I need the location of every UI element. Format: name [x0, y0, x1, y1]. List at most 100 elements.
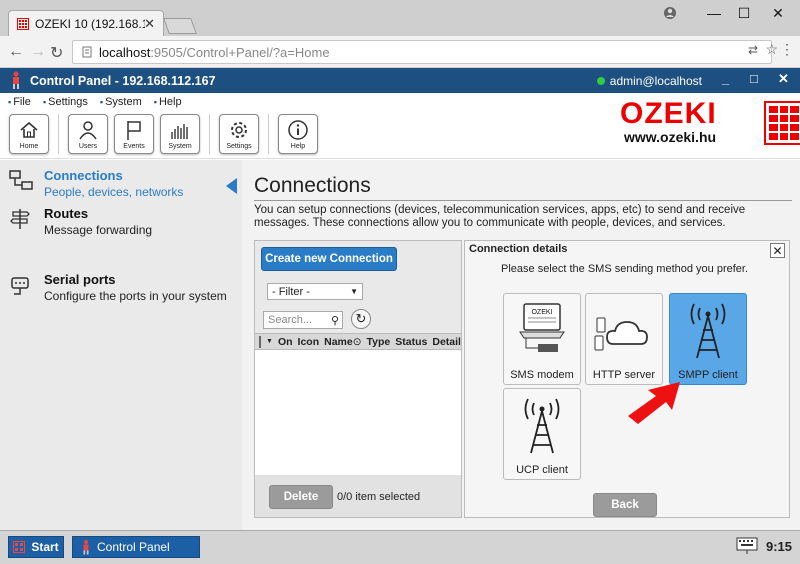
tab-title: OZEKI 10 (192.168.112.16 — [35, 16, 145, 31]
bar-chart-icon — [171, 124, 188, 139]
app-maximize-icon[interactable]: □ — [750, 71, 758, 86]
users-button[interactable]: Users — [68, 114, 108, 154]
menu-file[interactable]: File — [8, 96, 31, 108]
help-button[interactable]: Help — [278, 114, 318, 154]
option-http-server[interactable]: HTTP server — [585, 293, 663, 385]
taskbar-app-label: Control Panel — [97, 540, 170, 554]
menu-help[interactable]: Help — [154, 96, 182, 108]
red-pointer-arrow-icon — [628, 382, 680, 424]
select-all-checkbox[interactable] — [259, 335, 261, 348]
dropdown-arrow-icon: ▼ — [350, 287, 358, 296]
refresh-icon: ↻ — [355, 311, 367, 326]
sort-icon: ⊙ — [352, 335, 362, 348]
browser-toolbar: ← → ↻ localhost:9505/Control+Panel/?a=Ho… — [0, 36, 800, 68]
column-on[interactable]: On — [278, 336, 293, 348]
flag-icon — [127, 121, 141, 140]
toolbar-separator — [209, 114, 210, 154]
sidebar-item-routes[interactable]: Routes Message forwarding — [8, 206, 152, 237]
home-icon — [20, 121, 38, 138]
help-label: Help — [290, 143, 306, 150]
delete-button[interactable]: Delete — [269, 485, 333, 509]
column-icon[interactable]: Icon — [298, 336, 320, 348]
events-label: Events — [123, 143, 145, 150]
new-tab-button[interactable] — [163, 18, 197, 34]
column-details[interactable]: Details — [432, 336, 461, 348]
profile-icon[interactable] — [648, 0, 692, 26]
reload-icon[interactable]: ↻ — [50, 43, 63, 63]
option-smpp-client[interactable]: SMPP client — [669, 293, 747, 385]
info-icon — [288, 120, 308, 140]
page-title: Connections — [254, 174, 371, 197]
url-path: :9505/Control+Panel/?a=Home — [150, 44, 330, 60]
table-body — [255, 350, 461, 475]
back-icon[interactable]: ← — [8, 43, 24, 61]
user-status[interactable]: admin@localhost — [596, 74, 702, 88]
address-bar[interactable]: localhost:9505/Control+Panel/?a=Home — [72, 40, 772, 64]
forward-icon[interactable]: → — [30, 43, 46, 61]
browser-tab[interactable]: OZEKI 10 (192.168.112.16 ✕ — [8, 10, 164, 36]
option-ucp-client[interactable]: UCP client — [503, 388, 581, 480]
translate-icon[interactable]: ⇄ — [748, 43, 758, 57]
app-title: Control Panel - 192.168.112.167 — [30, 73, 216, 88]
sidebar-item-serial-ports[interactable]: Serial ports Configure the ports in your … — [8, 272, 227, 303]
option-label: UCP client — [516, 464, 568, 476]
refresh-button[interactable]: ↻ — [351, 309, 371, 329]
close-window-icon[interactable]: ✕ — [756, 0, 800, 26]
system-button[interactable]: System — [160, 114, 200, 154]
option-sms-modem[interactable]: OZEKI SMS modem — [503, 293, 581, 385]
logo-keypad-icon — [764, 101, 800, 145]
user-name: admin@localhost — [609, 74, 702, 88]
settings-label: Settings — [226, 143, 252, 150]
filter-value: - Filter - — [272, 285, 310, 298]
column-type[interactable]: Type — [367, 336, 391, 348]
taskbar: Start Control Panel 9:15 — [0, 530, 800, 564]
laptop-icon: OZEKI — [519, 303, 565, 352]
logo-text: OZEKI — [620, 97, 717, 130]
taskbar-app-control-panel[interactable]: Control Panel — [72, 536, 200, 558]
toolbar-separator — [58, 114, 59, 154]
search-input[interactable]: Search... ⚲ — [263, 311, 343, 329]
connections-icon — [9, 170, 33, 190]
close-tab-icon[interactable]: ✕ — [144, 16, 155, 32]
menu-settings[interactable]: Settings — [43, 96, 88, 108]
clock: 9:15 — [765, 539, 792, 554]
app-minimize-icon[interactable]: _ — [722, 71, 729, 86]
list-footer: Delete 0/0 item selected — [255, 475, 461, 517]
user-icon — [79, 121, 97, 140]
active-indicator-icon — [226, 178, 237, 194]
browser-titlebar: OZEKI 10 (192.168.112.16 ✕ — ☐ ✕ — [0, 0, 800, 36]
ozeki-logo: OZEKI www.ozeki.hu — [620, 97, 800, 145]
sidebar-item-connections[interactable]: Connections People, devices, networks — [8, 168, 183, 199]
app-close-icon[interactable]: ✕ — [778, 71, 789, 87]
details-prompt: Please select the SMS sending method you… — [501, 263, 749, 275]
connection-details-panel: Connection details ✕ Please select the S… — [464, 240, 790, 518]
main-content: Connections You can setup connections (d… — [242, 160, 800, 530]
bookmark-star-icon[interactable]: ☆ — [765, 41, 778, 58]
logo-url: www.ozeki.hu — [624, 129, 717, 145]
close-details-icon[interactable]: ✕ — [770, 243, 785, 258]
connection-list-panel: Create new Connection - Filter - ▼ Search… — [254, 240, 462, 518]
menu-system[interactable]: System — [100, 96, 142, 108]
home-label: Home — [19, 143, 39, 150]
column-name[interactable]: Name⊙ — [324, 336, 361, 348]
details-title: Connection details — [469, 243, 568, 255]
ozeki-figure-icon — [83, 539, 89, 555]
browser-menu-icon[interactable]: ⋮ — [780, 41, 794, 58]
url-host: localhost — [99, 44, 151, 60]
start-button[interactable]: Start — [8, 536, 64, 558]
create-connection-button[interactable]: Create new Connection — [261, 247, 397, 271]
filter-select[interactable]: - Filter - ▼ — [267, 283, 363, 300]
page-description: You can setup connections (devices, tele… — [254, 204, 746, 229]
settings-button[interactable]: Settings — [219, 114, 259, 154]
back-button[interactable]: Back — [593, 493, 657, 517]
column-status[interactable]: Status — [395, 336, 427, 348]
page-info-icon[interactable] — [81, 46, 93, 58]
select-dropdown-icon[interactable]: ▼ — [266, 338, 273, 345]
events-button[interactable]: Events — [114, 114, 154, 154]
start-grid-icon — [13, 541, 26, 553]
home-button[interactable]: Home — [9, 114, 49, 154]
routes-icon — [10, 209, 30, 229]
svg-text:OZEKI: OZEKI — [531, 309, 552, 316]
sidebar-item-subtitle: Message forwarding — [44, 223, 153, 237]
keyboard-icon[interactable] — [736, 537, 758, 555]
